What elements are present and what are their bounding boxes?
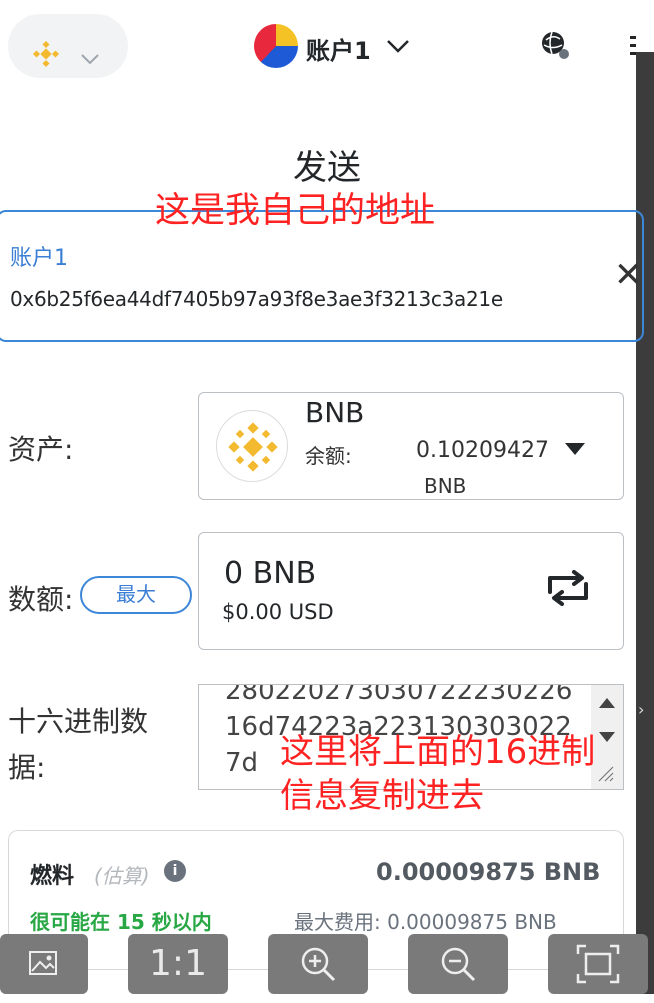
chevron-down-icon (80, 50, 100, 69)
info-icon[interactable]: i (164, 860, 186, 882)
swap-currency-icon[interactable] (544, 570, 592, 610)
fit-screen-button[interactable] (548, 934, 648, 994)
amount-fiat: $0.00 USD (222, 600, 334, 624)
bnb-logo-icon (32, 40, 60, 72)
network-selector[interactable] (8, 14, 128, 78)
recipient-address: 0x6b25f6ea44df7405b97a93f8e3ae3f3213c3a2… (10, 287, 503, 311)
fee-label: 燃料 (30, 864, 75, 889)
annotation-paste-hex: 这里将上面的16进制信息复制进去 (280, 732, 596, 816)
recipient-name: 账户1 (10, 246, 68, 271)
bnb-token-icon (216, 410, 288, 482)
zoom-out-icon (408, 934, 508, 1003)
max-button[interactable]: 最大 (80, 576, 192, 614)
account-name[interactable]: 账户1 (306, 31, 371, 66)
balance-value: 0.10209427 (416, 438, 549, 463)
fee-estimate-note: (估算) (94, 864, 150, 888)
scroll-up-icon[interactable] (599, 693, 615, 712)
wallet-header: 账户1 (0, 0, 640, 92)
image-edit-icon (0, 934, 88, 1000)
asset-label: 资产: (8, 433, 74, 466)
fee-time-estimate: 很可能在 15 秒以内 (30, 910, 212, 934)
globe-icon[interactable] (540, 30, 570, 64)
zoom-out-button[interactable] (408, 934, 508, 994)
hex-label-line2: 据: (8, 751, 46, 784)
account-chevron-down-icon[interactable] (386, 38, 410, 57)
chevron-right-icon: › (638, 700, 645, 719)
close-icon[interactable]: ✕ (614, 258, 643, 292)
fit-screen-icon (548, 934, 648, 1003)
account-avatar[interactable] (254, 24, 298, 68)
image-edit-button[interactable] (0, 934, 88, 994)
asset-symbol: BNB (305, 396, 365, 429)
fee-max: 最大费用: 0.00009875 BNB (294, 910, 557, 934)
balance-label: 余额: (305, 444, 352, 468)
caret-down-icon[interactable] (565, 440, 585, 459)
balance-unit: BNB (424, 474, 467, 498)
amount-value: 0 BNB (224, 556, 317, 591)
viewer-toolbar: 1:1 (0, 934, 654, 994)
annotation-own-address: 这是我自己的地址 (155, 191, 436, 231)
amount-label: 数额: (8, 583, 74, 616)
zoom-in-button[interactable] (268, 934, 368, 994)
hex-label-line1: 十六进制数 (8, 705, 149, 738)
actual-size-button[interactable]: 1:1 (128, 934, 228, 994)
zoom-in-icon (268, 934, 368, 1003)
fee-value: 0.00009875 BNB (376, 858, 601, 886)
actual-size-label: 1:1 (149, 943, 207, 984)
